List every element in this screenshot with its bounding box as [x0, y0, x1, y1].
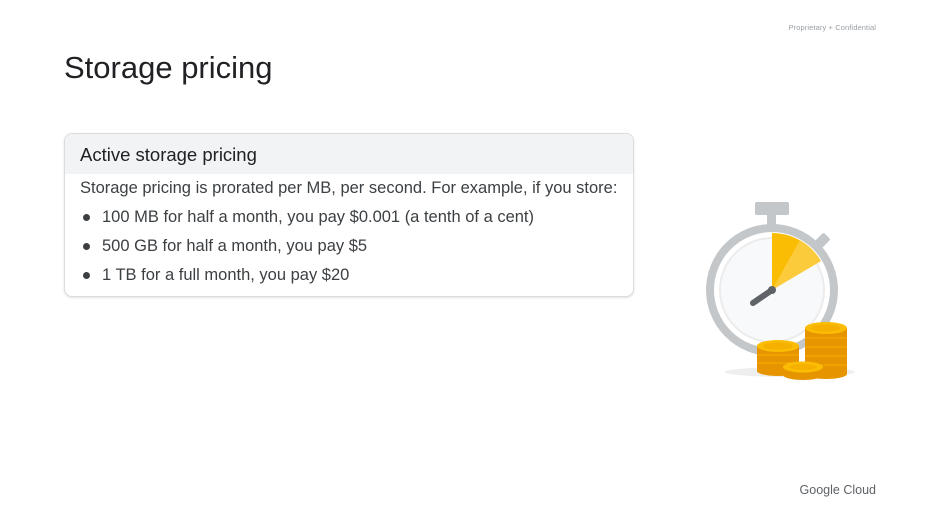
confidential-label: Proprietary + Confidential [788, 23, 876, 32]
google-cloud-logo: Google Cloud [799, 483, 876, 497]
list-item: 500 GB for half a month, you pay $5 [80, 235, 618, 257]
list-item-text: 1 TB for a full month, you pay $20 [102, 266, 350, 284]
card-title: Active storage pricing [65, 134, 633, 174]
list-item-text: 100 MB for half a month, you pay $0.001 … [102, 208, 535, 226]
pricing-card: Active storage pricing Storage pricing i… [64, 133, 634, 297]
bullet-icon [83, 214, 90, 221]
list-item: 1 TB for a full month, you pay $20 [80, 264, 618, 286]
list-item-text: 500 GB for half a month, you pay $5 [102, 237, 368, 255]
bullet-icon [83, 243, 90, 250]
card-body: Storage pricing is prorated per MB, per … [65, 174, 633, 286]
stopwatch-coins-illustration [690, 195, 870, 390]
list-item: 100 MB for half a month, you pay $0.001 … [80, 206, 618, 228]
pricing-examples-list: 100 MB for half a month, you pay $0.001 … [80, 206, 618, 286]
card-intro-text: Storage pricing is prorated per MB, per … [80, 179, 618, 197]
stopwatch-coins-icon [706, 202, 855, 380]
bullet-icon [83, 272, 90, 279]
page-title: Storage pricing [64, 50, 273, 85]
